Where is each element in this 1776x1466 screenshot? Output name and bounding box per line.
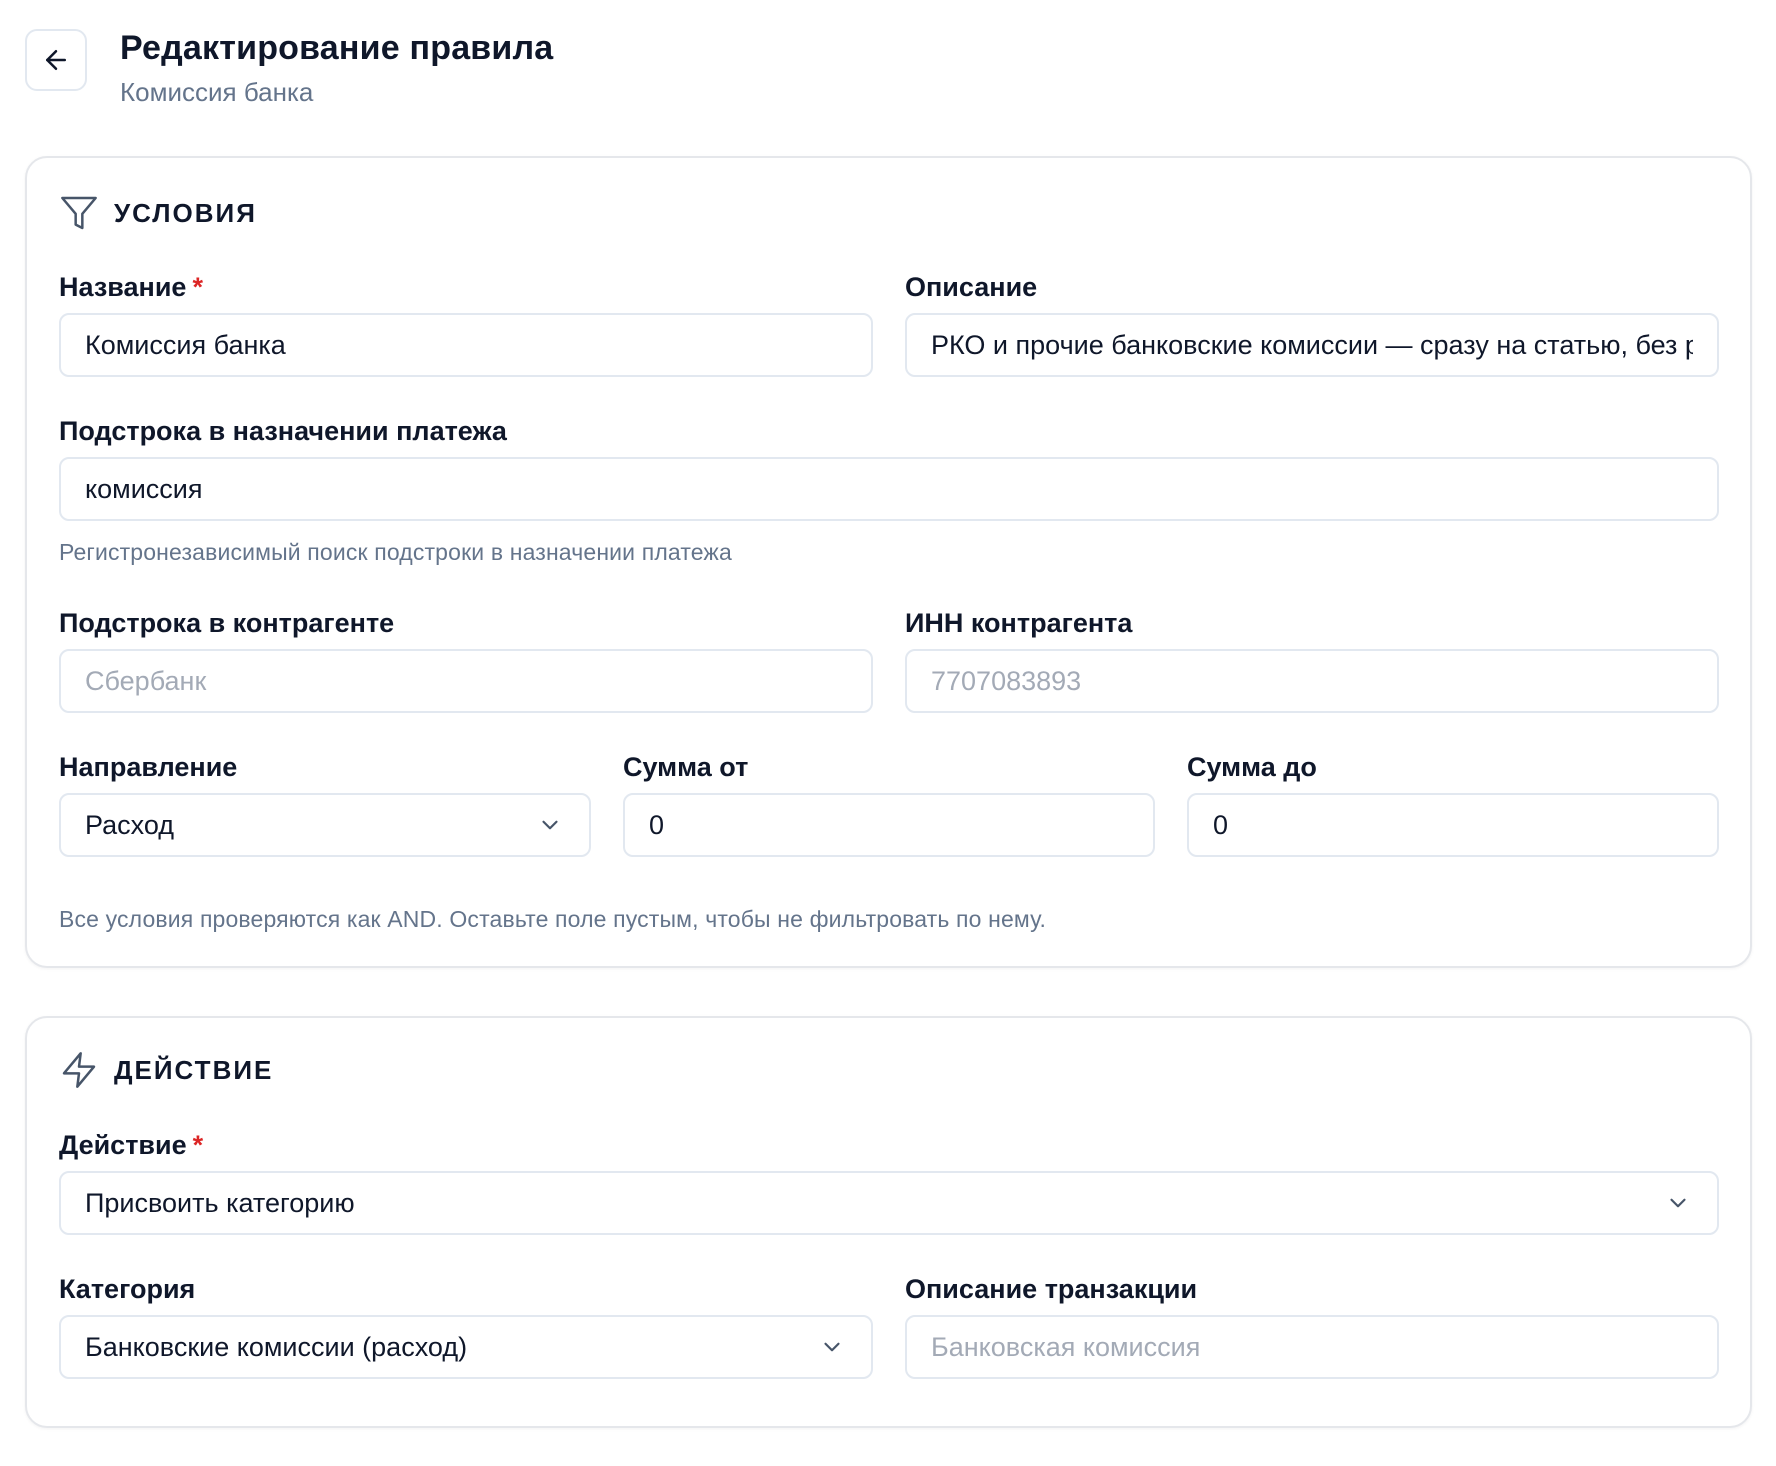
conditions-card: УСЛОВИЯ Название * Комиссия банка Описани…	[25, 156, 1752, 968]
amount-from-label: Сумма от	[623, 752, 749, 782]
direction-label: Направление	[59, 752, 238, 782]
category-label: Категория	[59, 1274, 196, 1304]
amount-to-field: Сумма до 0	[1187, 751, 1719, 857]
page-subtitle: Комиссия банка	[120, 77, 314, 107]
amount-from-field: Сумма от 0	[623, 751, 1155, 857]
action-select-label: Действие *	[59, 1130, 204, 1160]
filter-icon	[59, 193, 99, 233]
name-label: Название *	[59, 272, 203, 302]
purpose-substring-input[interactable]: комиссия	[59, 457, 1719, 521]
action-card: ДЕЙСТВИЕ Действие * Присвоить категорию К…	[25, 1016, 1752, 1428]
zap-icon	[59, 1050, 99, 1090]
counterparty-substring-field: Подстрока в контрагенте Сбербанк	[59, 607, 873, 713]
transaction-description-field: Описание транзакции Банковская комиссия	[905, 1273, 1719, 1379]
title-block: Редактирование правила Комиссия банка	[120, 28, 553, 109]
counterparty-substring-input[interactable]: Сбербанк	[59, 649, 873, 713]
chevron-down-icon	[542, 820, 558, 830]
amount-to-label: Сумма до	[1187, 752, 1317, 782]
action-select[interactable]: Присвоить категорию	[59, 1171, 1719, 1235]
conditions-header: УСЛОВИЯ	[59, 193, 257, 233]
transaction-description-label: Описание транзакции	[905, 1274, 1198, 1304]
amount-to-input[interactable]: 0	[1187, 793, 1719, 857]
direction-select[interactable]: Расход	[59, 793, 591, 857]
description-label: Описание	[905, 272, 1038, 302]
page-header: Редактирование правила Комиссия банка	[25, 28, 553, 109]
action-title: ДЕЙСТВИЕ	[114, 1054, 274, 1085]
conditions-title: УСЛОВИЯ	[114, 197, 257, 228]
name-input[interactable]: Комиссия банка	[59, 313, 873, 377]
required-mark: *	[192, 272, 203, 302]
conditions-footer-hint: Все условия проверяются как AND. Оставьт…	[59, 906, 1047, 932]
chevron-down-icon	[824, 1342, 840, 1352]
required-mark: *	[192, 1130, 204, 1160]
category-field: Категория Банковские комиссии (расход)	[59, 1273, 873, 1379]
purpose-substring-hint: Регистронезависимый поиск подстроки в на…	[59, 539, 732, 565]
chevron-down-icon	[1670, 1198, 1686, 1208]
counterparty-substring-label: Подстрока в контрагенте	[59, 608, 395, 638]
back-button[interactable]	[25, 29, 87, 91]
transaction-description-input[interactable]: Банковская комиссия	[905, 1315, 1719, 1379]
name-field: Название * Комиссия банка	[59, 271, 873, 377]
direction-field: Направление Расход	[59, 751, 591, 857]
action-header: ДЕЙСТВИЕ	[59, 1050, 273, 1090]
counterparty-inn-field: ИНН контрагента 7707083893	[905, 607, 1719, 713]
category-select[interactable]: Банковские комиссии (расход)	[59, 1315, 873, 1379]
action-select-field: Действие * Присвоить категорию	[59, 1129, 1719, 1235]
description-input[interactable]: РКО и прочие банковские комиссии — сразу…	[905, 313, 1719, 377]
purpose-substring-label: Подстрока в назначении платежа	[59, 416, 507, 446]
arrow-left-icon	[46, 50, 66, 70]
description-field: Описание РКО и прочие банковские комисси…	[905, 271, 1719, 377]
purpose-substring-field: Подстрока в назначении платежа комиссия	[59, 415, 1719, 521]
rule-edit-page: Редактирование правила Комиссия банка УС…	[0, 0, 1776, 1466]
counterparty-inn-input[interactable]: 7707083893	[905, 649, 1719, 713]
page-title: Редактирование правила	[120, 29, 554, 67]
counterparty-inn-label: ИНН контрагента	[905, 608, 1133, 638]
amount-from-input[interactable]: 0	[623, 793, 1155, 857]
